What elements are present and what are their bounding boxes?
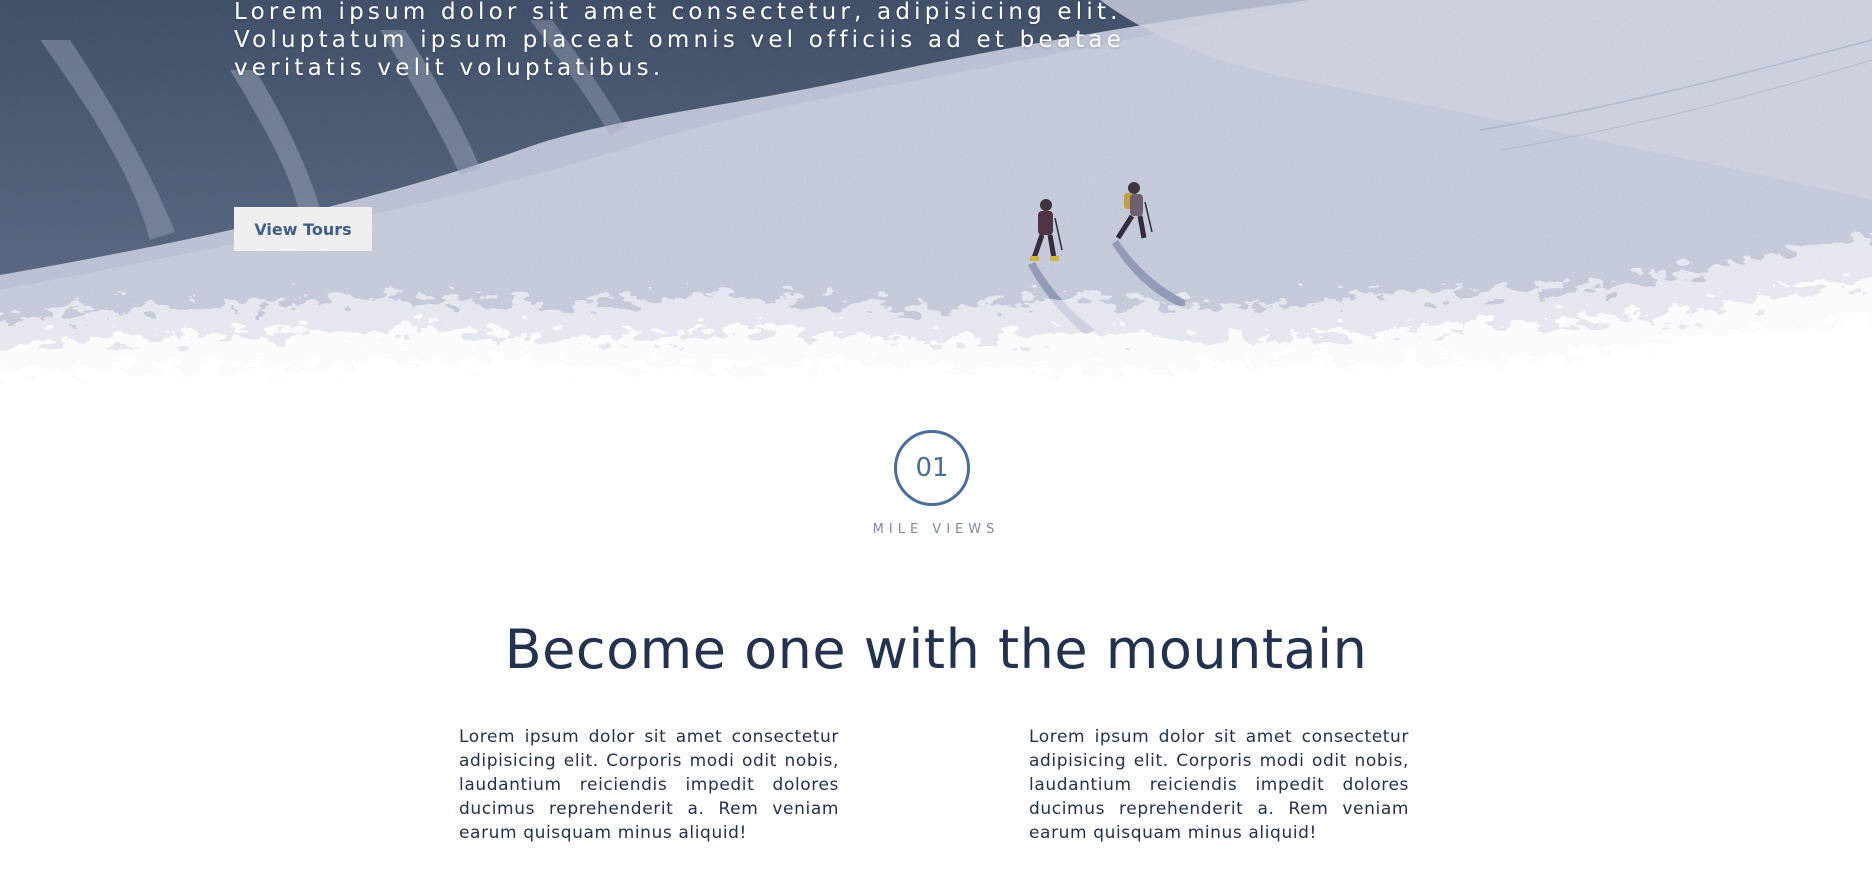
hero-text-line: Lorem ipsum dolor sit amet consectetur, … <box>234 0 1122 25</box>
body-column-right: Lorem ipsum dolor sit amet consectetur a… <box>1029 727 1409 843</box>
view-tours-button[interactable]: View Tours <box>234 207 372 251</box>
hero-section: Lorem ipsum dolor sit amet consectetur, … <box>0 0 1872 430</box>
feature-number-badge: 01 <box>894 430 970 506</box>
body-column-left: Lorem ipsum dolor sit amet consectetur a… <box>459 727 839 843</box>
section-heading: Become one with the mountain <box>504 618 1368 681</box>
page: Lorem ipsum dolor sit amet consectetur, … <box>0 0 1872 884</box>
feature-number: 01 <box>915 453 949 483</box>
hero-text-line: veritatis velit voluptatibus. <box>234 55 665 81</box>
hero-intro-text: Lorem ipsum dolor sit amet consectetur, … <box>234 0 1234 82</box>
hero-text-line: Voluptatum ipsum placeat omnis vel offic… <box>234 27 1125 53</box>
feature-label: MILE VIEWS <box>872 522 1000 537</box>
